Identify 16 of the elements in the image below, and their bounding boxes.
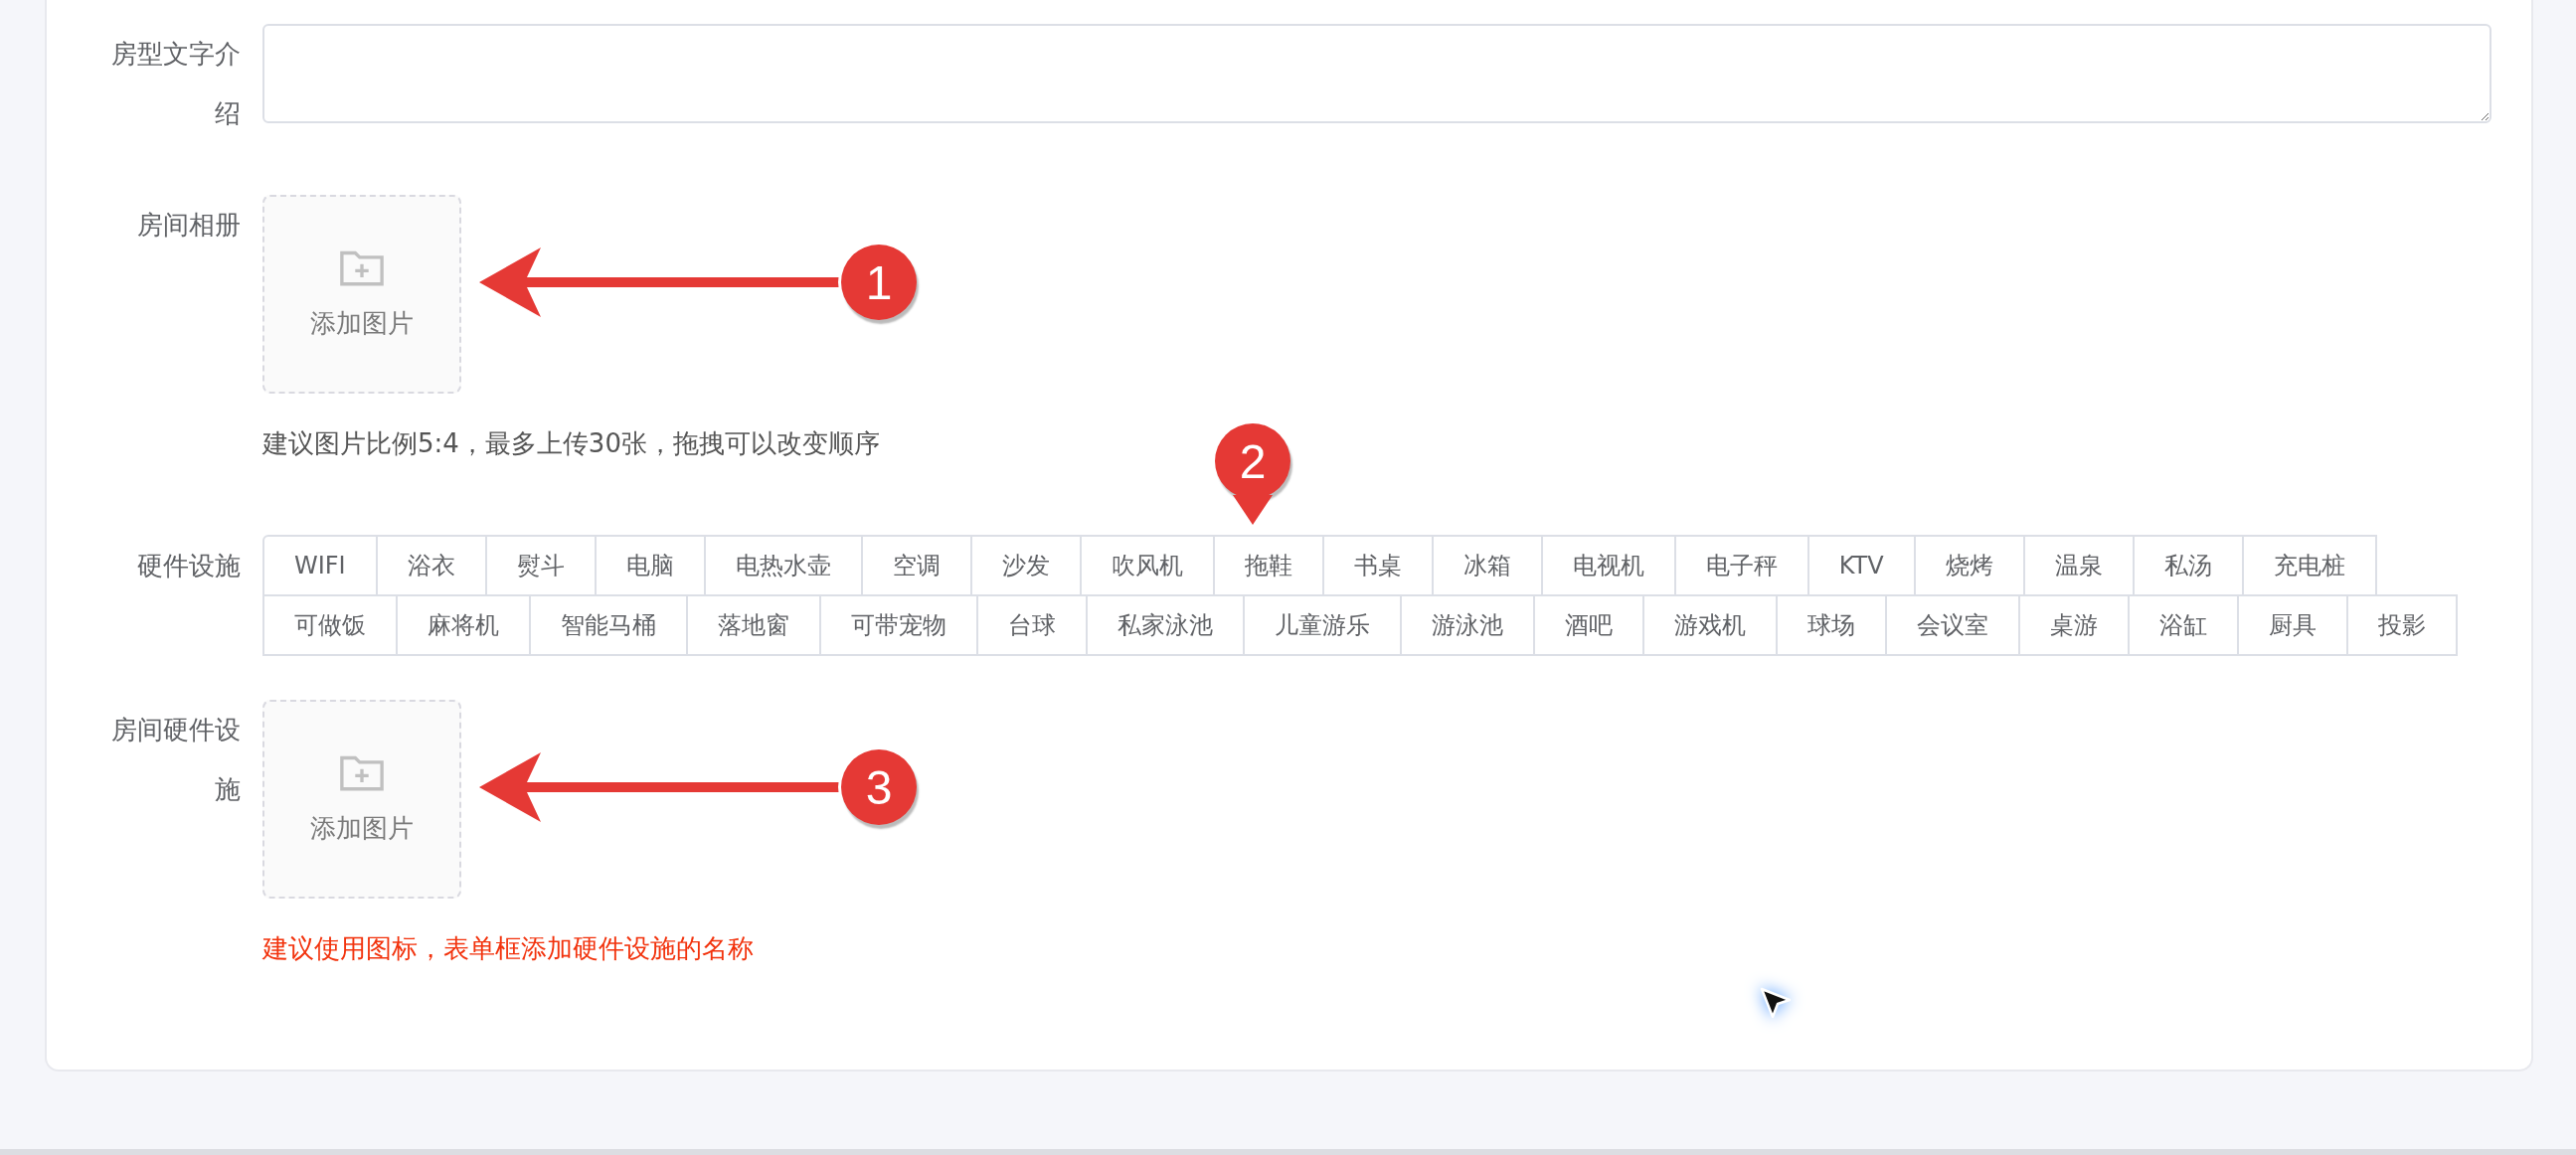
- field-label: 硬件设施: [136, 550, 241, 582]
- step-number: 1: [841, 245, 917, 320]
- pointer-icon: [1233, 495, 1273, 525]
- facility-tag[interactable]: 投影: [2346, 594, 2458, 656]
- description-field[interactable]: [262, 24, 2491, 123]
- field-label: 房间硬件设施: [110, 714, 241, 806]
- step-number: 3: [841, 749, 917, 825]
- field-label: 房型文字介绍: [110, 38, 241, 130]
- field-label: 房间相册: [136, 209, 241, 242]
- hint-text: 建议图片比例5:4，最多上传30张，拖拽可以改变顺序: [262, 427, 880, 460]
- facility-tag[interactable]: WIFI: [262, 535, 378, 596]
- add-image-button[interactable]: 添加图片: [262, 700, 461, 899]
- add-image-button[interactable]: 添加图片: [262, 195, 461, 394]
- hint-text: 建议使用图标，表单框添加硬件设施的名称: [262, 932, 754, 965]
- facility-tag[interactable]: 充电桩: [2241, 535, 2377, 596]
- facility-tag[interactable]: 可做饭: [262, 594, 398, 656]
